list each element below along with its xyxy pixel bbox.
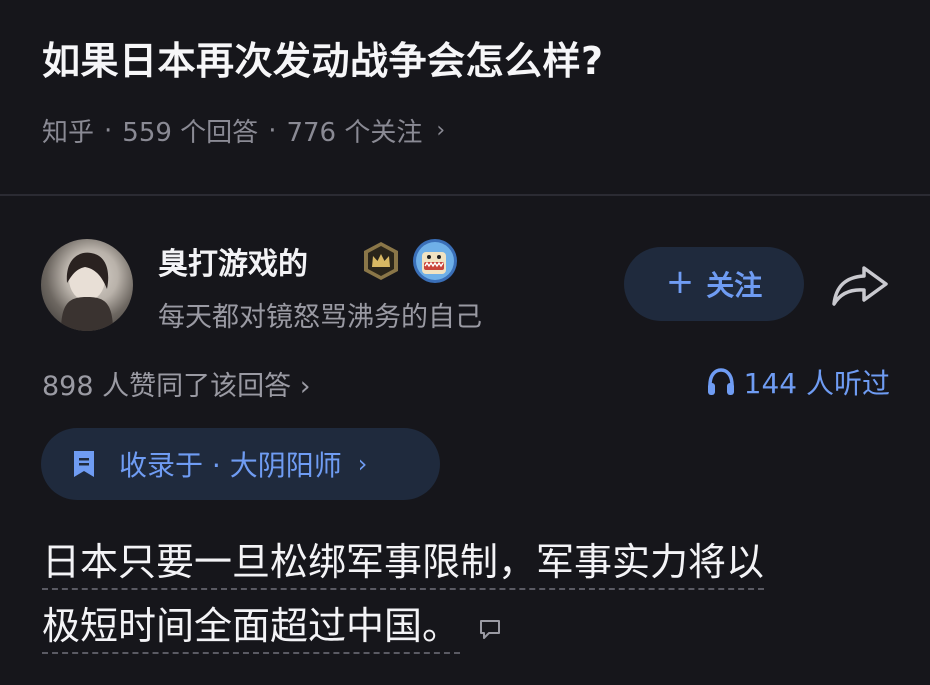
chevron-right-icon: › — [436, 118, 446, 143]
plus-icon: + — [665, 262, 695, 302]
followers-count: 776 个关注 — [286, 118, 423, 148]
chevron-right-icon: › — [357, 450, 368, 478]
follow-label: 关注 — [706, 269, 763, 302]
upvote-count[interactable]: 898 人赞同了该回答 › — [42, 364, 311, 403]
question-meta[interactable]: 知乎 · 559 个回答 · 776 个关注 › — [42, 112, 445, 149]
listen-count-button[interactable]: 144 人听过 — [706, 362, 890, 402]
share-icon[interactable] — [830, 262, 890, 308]
bookmark-icon — [74, 451, 94, 477]
listen-count: 144 人听过 — [743, 367, 890, 400]
answer-body[interactable]: 日本只要一旦松绑军事限制，军事实力将以 极短时间全面超过中国。 — [42, 530, 872, 658]
comment-icon[interactable] — [478, 617, 502, 641]
author-name[interactable]: 臭打游戏的 — [158, 239, 308, 283]
sticker-icon — [413, 239, 457, 283]
answer-line: 极短时间全面超过中国。 — [42, 604, 461, 654]
author-bio: 每天都对镜怒骂沸务的自己 — [158, 302, 482, 333]
avatar-photo-icon — [61, 252, 113, 331]
collection-chip[interactable]: 收录于 · 大阴阳师 › — [41, 428, 440, 500]
section-divider — [0, 194, 930, 196]
source-label: 知乎 — [42, 118, 95, 148]
answer-line: 日本只要一旦松绑军事限制，军事实力将以 — [42, 540, 765, 590]
answers-count: 559 个回答 — [122, 118, 259, 148]
follow-button[interactable]: + 关注 — [624, 247, 804, 321]
headphones-icon — [707, 368, 734, 395]
meta-separator: · — [104, 115, 113, 146]
avatar[interactable] — [41, 239, 133, 331]
meta-separator: · — [268, 115, 277, 146]
crown-icon — [364, 242, 398, 280]
question-title[interactable]: 如果日本再次发动战争会怎么样? — [42, 30, 604, 85]
collection-label: 收录于 · 大阴阳师 — [119, 449, 342, 482]
